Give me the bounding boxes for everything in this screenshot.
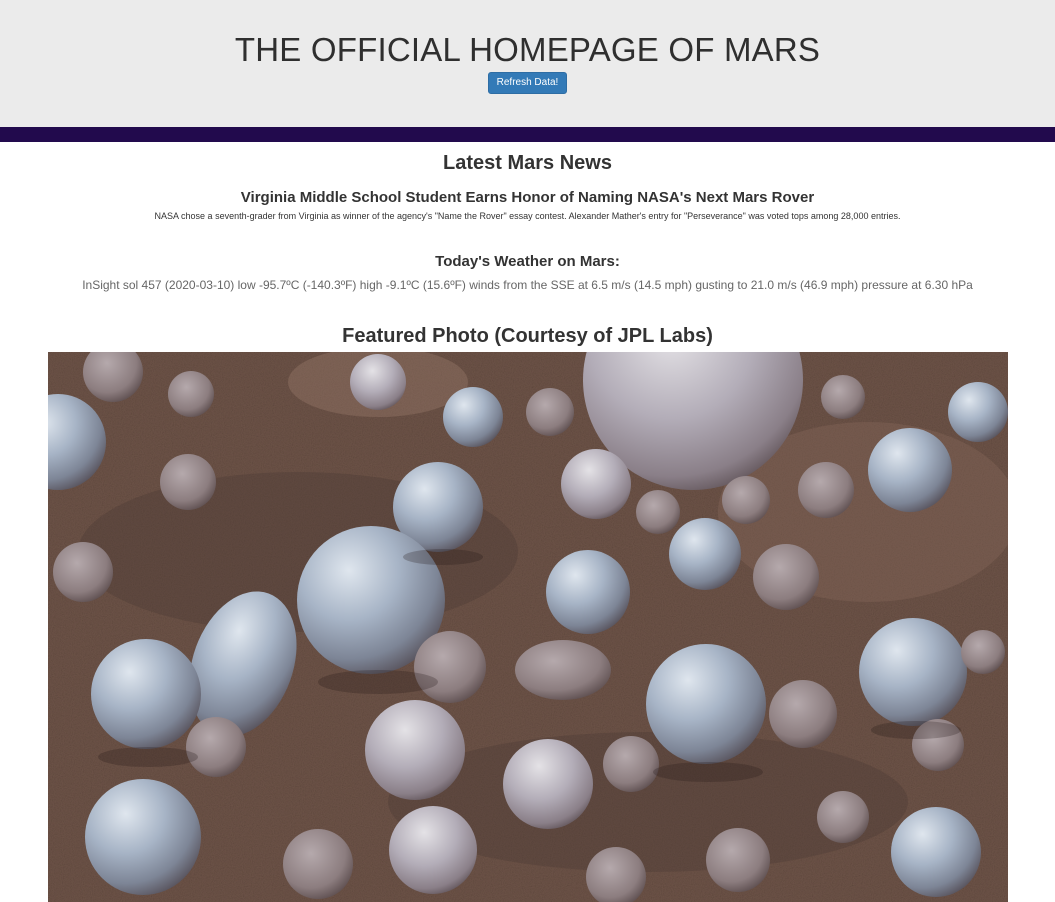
weather-title: Today's Weather on Mars: (435, 253, 620, 270)
page-title: THE OFFICIAL HOMEPAGE OF MARS (234, 31, 821, 68)
featured-photo-title: Featured Photo (Courtesy of JPL Labs) (342, 325, 713, 347)
news-teaser: NASA chose a seventh-grader from Virgini… (154, 211, 901, 221)
weather-report: InSight sol 457 (2020-03-10) low -95.7ºC… (82, 278, 973, 292)
header-divider (0, 127, 1055, 142)
news-section-title: Latest Mars News (443, 152, 612, 174)
main-content: Latest Mars News Virginia Middle School … (0, 152, 1055, 902)
news-headline: Virginia Middle School Student Earns Hon… (240, 189, 815, 206)
featured-photo (47, 352, 1008, 902)
header-jumbotron: THE OFFICIAL HOMEPAGE OF MARS Refresh Da… (0, 0, 1055, 127)
refresh-data-button[interactable]: Refresh Data! (487, 72, 568, 94)
